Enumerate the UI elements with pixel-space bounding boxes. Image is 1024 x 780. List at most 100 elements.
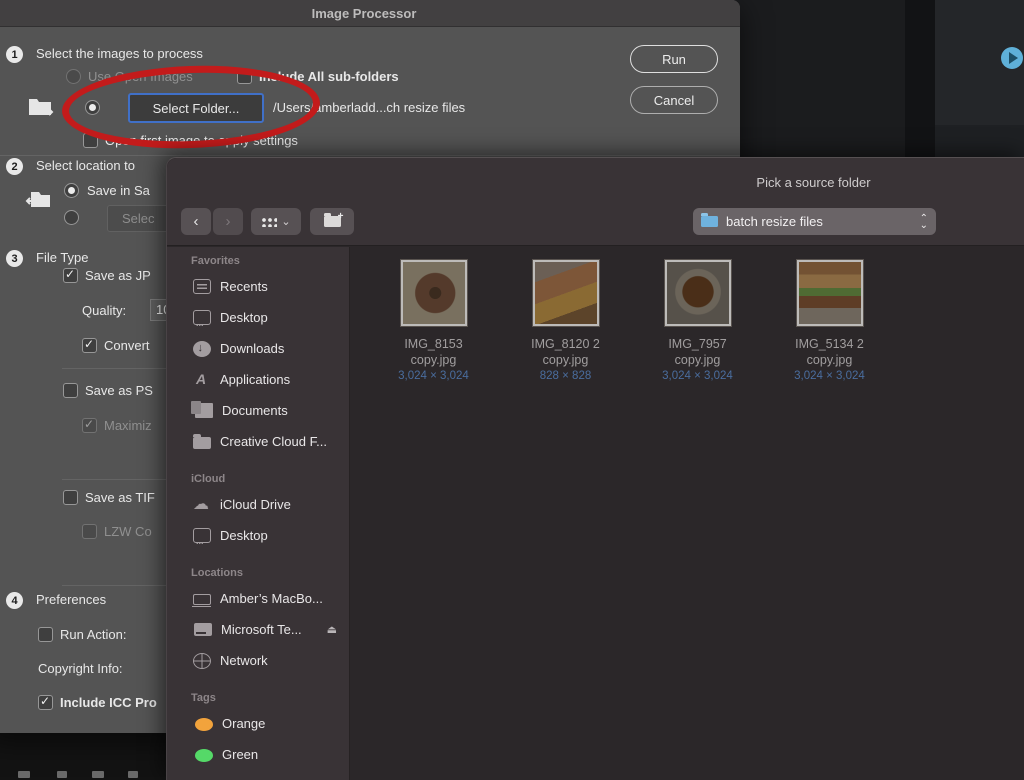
sidebar-item-icloud-drive[interactable]: iCloud Drive: [167, 489, 349, 520]
sidebar-item-label: Downloads: [220, 341, 284, 356]
section2-title: Select location to: [36, 158, 135, 173]
section1-title: Select the images to process: [36, 46, 203, 61]
convert-label: Convert: [104, 338, 150, 353]
sidebar-item-label: Green: [222, 747, 258, 762]
applications-icon: [193, 372, 211, 387]
file-name: IMG_7957 copy.jpg: [648, 336, 748, 368]
file-item[interactable]: IMG_7957 copy.jpg 3,024 × 3,024: [638, 260, 757, 382]
file-item[interactable]: IMG_5134 2 copy.jpg3,024 × 3,024: [770, 260, 889, 382]
section3-number: 3: [6, 250, 23, 267]
sidebar-item-label: Network: [220, 653, 268, 668]
chevron-left-icon: ‹: [194, 213, 199, 230]
grid-view-icon: [261, 217, 277, 227]
save-as-psd-label: Save as PS: [85, 383, 153, 398]
sidebar-item-label: Applications: [220, 372, 290, 387]
screen: Image Processor 1 Select the images to p…: [0, 0, 1024, 780]
source-folder-dropdown[interactable]: batch resize files ⌃⌄: [693, 208, 936, 235]
dialog-titlebar[interactable]: Image Processor: [0, 0, 740, 27]
save-as-tiff-label: Save as TIF: [85, 490, 155, 505]
sidebar-item-orange[interactable]: Orange: [167, 708, 349, 739]
file-item[interactable]: IMG_8120 2 copy.jpg828 × 828: [506, 260, 625, 382]
section3-title: File Type: [36, 250, 89, 265]
section1-number: 1: [6, 46, 23, 63]
sidebar-item-network[interactable]: Network: [167, 645, 349, 676]
sidebar-item-creative-cloud-f[interactable]: Creative Cloud F...: [167, 426, 349, 457]
file-thumbnail: [533, 260, 599, 326]
tag-dot: [195, 749, 213, 762]
tag-dot: [195, 718, 213, 731]
file-dimensions: 3,024 × 3,024: [662, 370, 733, 382]
section4-title: Preferences: [36, 592, 106, 607]
file-dimensions: 828 × 828: [540, 370, 591, 382]
eject-icon[interactable]: ⏏: [327, 623, 337, 636]
sidebar-item-microsoft-te[interactable]: Microsoft Te... ⏏: [167, 614, 349, 645]
save-in-same-radio[interactable]: [64, 183, 79, 198]
new-folder-button[interactable]: +: [310, 208, 354, 235]
file-grid: IMG_8153 copy.jpg3,024 × 3,024IMG_8120 2…: [351, 247, 1024, 382]
save-as-jpeg-checkbox[interactable]: [63, 268, 78, 283]
sidebar-item-applications[interactable]: Applications: [167, 364, 349, 395]
sidebar-item-label: Microsoft Te...: [221, 622, 302, 637]
sidebar-item-label: Amber’s MacBo...: [220, 591, 323, 606]
forward-button[interactable]: ›: [213, 208, 243, 235]
save-as-jpeg-label: Save as JP: [85, 268, 151, 283]
file-dimensions: 3,024 × 3,024: [398, 370, 469, 382]
chevron-right-icon: ›: [226, 213, 231, 230]
documents-icon: [195, 403, 213, 418]
subsection-divider: [62, 368, 172, 369]
panel-footer-icon: [128, 771, 138, 778]
sidebar-item-label: Creative Cloud F...: [220, 434, 327, 449]
back-button[interactable]: ‹: [181, 208, 211, 235]
folder-import-icon: [28, 95, 54, 117]
maximize-compat-label: Maximiz: [104, 418, 152, 433]
laptop-icon: [193, 594, 211, 605]
save-as-tiff-checkbox[interactable]: [63, 490, 78, 505]
run-button-label: Run: [662, 52, 686, 67]
view-options-button[interactable]: ⌄: [251, 208, 301, 235]
sidebar-item-documents[interactable]: Documents: [167, 395, 349, 426]
sidebar-item-amber-s-macbo[interactable]: Amber’s MacBo...: [167, 583, 349, 614]
file-dimensions: 3,024 × 3,024: [794, 370, 865, 382]
sidebar-item-label: Documents: [222, 403, 288, 418]
sidebar-section-label: iCloud: [191, 473, 349, 485]
run-button[interactable]: Run: [630, 45, 718, 73]
sidebar-item-green[interactable]: Green: [167, 739, 349, 770]
cloud-icon: [193, 497, 211, 512]
sidebar-item-downloads[interactable]: Downloads: [167, 333, 349, 364]
lzw-checkbox[interactable]: [82, 524, 97, 539]
file-thumbnail: [797, 260, 863, 326]
select-location-radio[interactable]: [64, 210, 79, 225]
save-as-psd-checkbox[interactable]: [63, 383, 78, 398]
play-action-icon[interactable]: [1001, 47, 1023, 69]
desktop-icon: [193, 310, 211, 325]
subsection-divider: [62, 479, 172, 480]
run-action-checkbox[interactable]: [38, 627, 53, 642]
sidebar-item-desktop[interactable]: Desktop: [167, 520, 349, 551]
convert-checkbox[interactable]: [82, 338, 97, 353]
sidebar-item-desktop[interactable]: Desktop: [167, 302, 349, 333]
picker-sidebar: FavoritesRecentsDesktopDownloadsApplicat…: [167, 247, 350, 780]
folder-save-icon: [25, 188, 51, 210]
sidebar-section-label: Favorites: [191, 255, 349, 267]
panel-footer-icon: [18, 771, 30, 778]
actions-panel-footer: [935, 125, 1024, 157]
network-icon: [193, 653, 211, 669]
chevron-down-icon: ⌄: [281, 215, 290, 228]
use-open-images-radio[interactable]: [66, 69, 81, 84]
file-item[interactable]: IMG_8153 copy.jpg3,024 × 3,024: [374, 260, 493, 382]
section-divider: [0, 155, 740, 156]
include-icc-checkbox[interactable]: [38, 695, 53, 710]
updown-chevrons-icon: ⌃⌄: [920, 215, 928, 229]
sidebar-item-recents[interactable]: Recents: [167, 271, 349, 302]
cancel-button-label: Cancel: [654, 93, 694, 108]
panel-footer-icon: [92, 771, 104, 778]
include-icc-label: Include ICC Pro: [60, 695, 157, 710]
maximize-compat-checkbox[interactable]: [82, 418, 97, 433]
cancel-button[interactable]: Cancel: [630, 86, 718, 114]
file-thumbnail: [665, 260, 731, 326]
folder-icon: [193, 437, 211, 449]
downloads-icon: [193, 341, 211, 357]
select-location-button[interactable]: Selec: [107, 205, 169, 232]
panel-footer-icon: [57, 771, 67, 778]
new-folder-icon: +: [324, 216, 341, 227]
